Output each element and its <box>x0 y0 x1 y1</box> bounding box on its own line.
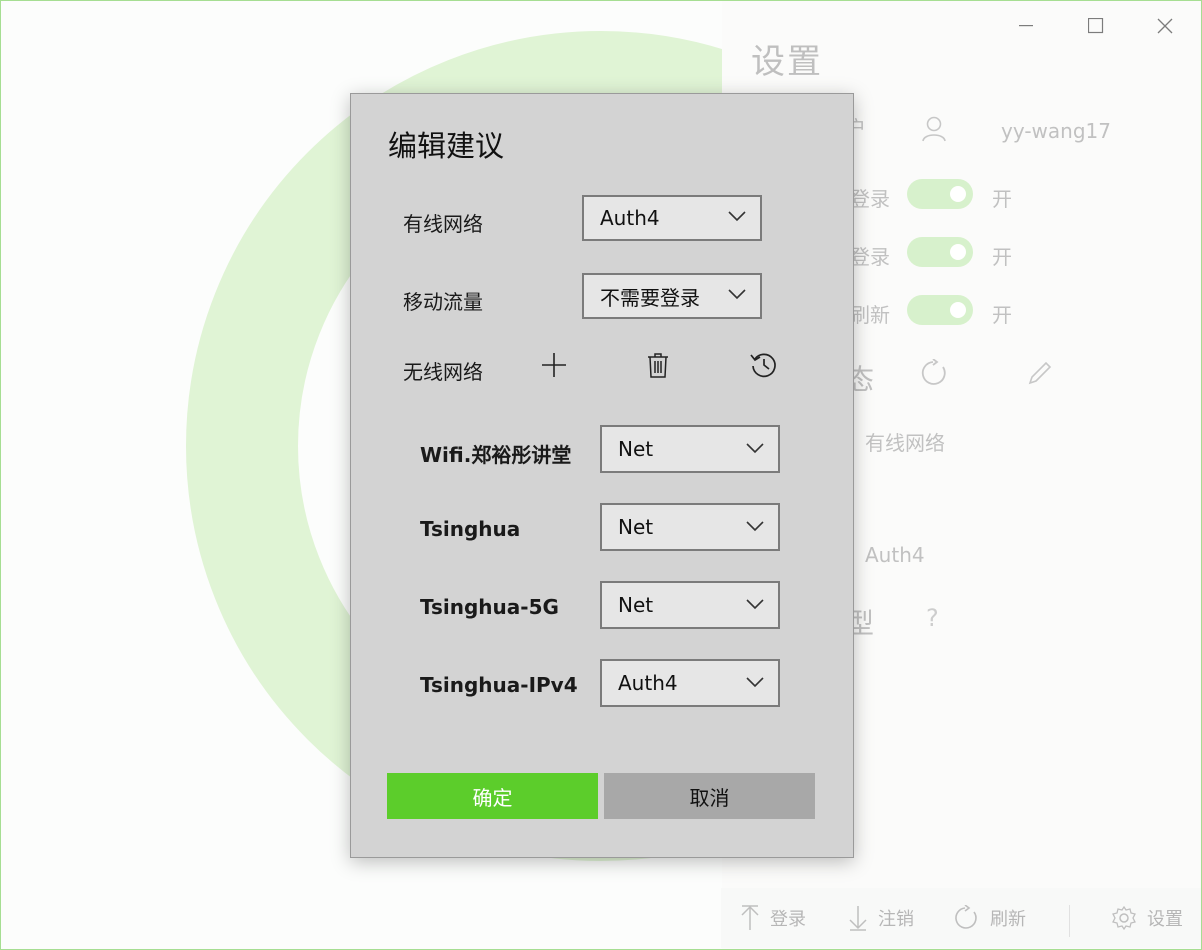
logout-label: 注销 <box>878 909 914 930</box>
refresh-label: 刷新 <box>990 909 1026 930</box>
toggle-label: 登录 <box>850 187 890 211</box>
dialog-title: 编辑建议 <box>388 129 505 163</box>
refresh-icon <box>955 905 977 929</box>
toggle-state: 开 <box>992 245 1012 269</box>
refresh-icon[interactable] <box>921 358 949 391</box>
chevron-down-icon <box>746 599 764 610</box>
wireless-combo[interactable]: Net <box>600 581 780 629</box>
auto-login-toggle[interactable] <box>907 179 973 209</box>
login-toggle[interactable] <box>907 237 973 267</box>
ssid-label: Tsinghua-IPv4 <box>420 673 578 697</box>
settings-button[interactable]: 设置 <box>1111 905 1183 931</box>
logout-button[interactable]: 注销 <box>848 905 914 931</box>
wireless-combo[interactable]: Net <box>600 425 780 473</box>
user-icon <box>922 116 946 146</box>
delete-button[interactable] <box>642 349 674 381</box>
login-label: 登录 <box>770 909 806 930</box>
trash-icon <box>648 353 668 378</box>
plus-icon <box>542 353 566 377</box>
combo-value: Auth4 <box>600 206 660 230</box>
add-button[interactable] <box>538 349 570 381</box>
wired-network-label: 有线网络 <box>403 212 483 236</box>
maximize-button[interactable] <box>1073 8 1119 44</box>
chevron-down-icon <box>746 443 764 454</box>
toggle-label: 刷新 <box>850 303 890 327</box>
bottom-separator <box>1069 905 1070 937</box>
edit-icon[interactable] <box>1027 360 1053 390</box>
history-button[interactable] <box>748 349 780 381</box>
ssid-label: Tsinghua <box>420 517 521 541</box>
ok-button[interactable]: 确定 <box>387 773 598 819</box>
auth-value: Auth4 <box>865 543 925 567</box>
toggle-state: 开 <box>992 303 1012 327</box>
arrow-down-icon <box>849 906 867 931</box>
close-button[interactable] <box>1142 8 1188 44</box>
combo-value: Net <box>618 515 654 539</box>
refresh-button[interactable]: 刷新 <box>954 905 1026 931</box>
username-value: yy-wang17 <box>1001 119 1111 143</box>
mobile-data-combo[interactable]: 不需要登录 <box>582 273 762 319</box>
ssid-label: Tsinghua-5G <box>420 595 559 619</box>
combo-value: Net <box>618 593 654 617</box>
combo-value: 不需要登录 <box>600 285 700 310</box>
refresh-toggle[interactable] <box>907 295 973 325</box>
minimize-button[interactable] <box>1003 8 1049 44</box>
combo-value: Net <box>618 437 654 461</box>
wired-network-combo[interactable]: Auth4 <box>582 195 762 241</box>
ssid-label: Wifi.郑裕彤讲堂 <box>420 443 572 467</box>
toggle-state: 开 <box>992 187 1012 211</box>
chevron-down-icon <box>746 677 764 688</box>
network-type-value: 有线网络 <box>865 431 945 455</box>
chevron-down-icon <box>728 289 746 300</box>
wireless-combo[interactable]: Net <box>600 503 780 551</box>
settings-title: 设置 <box>751 42 823 82</box>
chevron-down-icon <box>746 521 764 532</box>
history-icon <box>750 353 776 378</box>
settings-label: 设置 <box>1147 909 1183 930</box>
arrow-up-icon <box>741 905 759 930</box>
wireless-network-label: 无线网络 <box>403 360 483 384</box>
help-icon[interactable]: ? <box>926 604 939 632</box>
combo-value: Auth4 <box>618 671 678 695</box>
cancel-button[interactable]: 取消 <box>604 773 815 819</box>
gear-icon <box>1112 905 1136 931</box>
close-icon <box>1157 18 1173 34</box>
maximize-icon <box>1088 18 1104 34</box>
wireless-combo[interactable]: Auth4 <box>600 659 780 707</box>
chevron-down-icon <box>728 211 746 222</box>
toggle-label: 登录 <box>850 245 890 269</box>
login-button[interactable]: 登录 <box>740 905 806 931</box>
minimize-icon <box>1019 25 1033 27</box>
mobile-data-label: 移动流量 <box>403 290 483 314</box>
